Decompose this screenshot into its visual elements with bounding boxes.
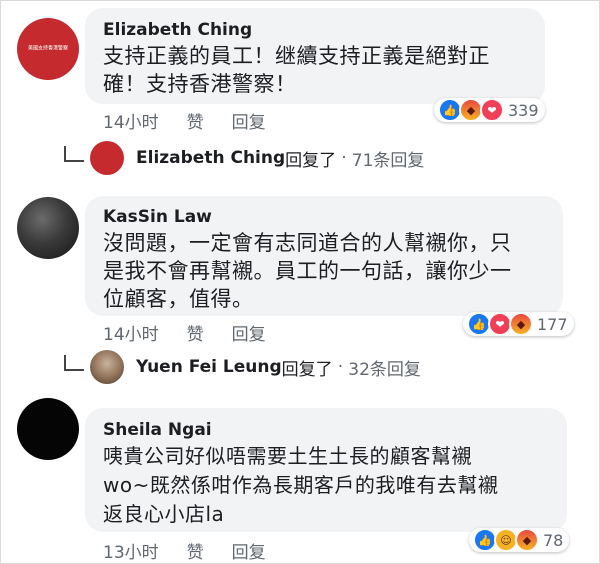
reply-author: Elizabeth Ching bbox=[136, 148, 286, 168]
reaction-summary[interactable]: 👍 ☺ ◆ 78 bbox=[469, 528, 570, 552]
comment-author[interactable]: Elizabeth Ching bbox=[103, 20, 252, 40]
reply-summary[interactable]: Yuen Fei Leung 回复了 · 32条回复 bbox=[64, 350, 421, 384]
reply-summary[interactable]: Elizabeth Ching 回复了 · 71条回复 bbox=[64, 141, 424, 175]
angry-icon: ◆ bbox=[509, 312, 533, 336]
like-action[interactable]: 赞 bbox=[187, 543, 204, 563]
reply-action[interactable]: 回复 bbox=[232, 325, 266, 345]
comment-line: 沒問題，一定會有志同道合的人幫襯你，只 bbox=[103, 231, 512, 255]
reply-avatar bbox=[90, 141, 124, 175]
reaction-count: 78 bbox=[543, 530, 564, 550]
avatar-elizabeth-ching[interactable]: 美國支持香港警察 bbox=[17, 18, 79, 80]
comment-line: 是我不會再幫襯。員工的一句話，讓你少一 bbox=[103, 259, 512, 283]
comment-line: 返良心小店la bbox=[103, 502, 225, 526]
comment-time[interactable]: 14小时 bbox=[103, 325, 159, 345]
comment-meta: 13小时 赞 回复 bbox=[103, 538, 294, 563]
reply-count: 32条回复 bbox=[348, 359, 421, 380]
like-action[interactable]: 赞 bbox=[187, 113, 204, 133]
avatar-kassin-law[interactable] bbox=[17, 197, 79, 259]
reply-count: 71条回复 bbox=[351, 150, 425, 171]
angry-icon: ◆ bbox=[515, 528, 539, 552]
comment-time[interactable]: 14小时 bbox=[103, 113, 159, 133]
comment-line: 支持正義的員工！继續支持正義是絕對正 bbox=[103, 44, 490, 68]
reply-arrow-icon bbox=[64, 355, 84, 371]
reply-separator: · bbox=[341, 148, 347, 168]
reaction-count: 339 bbox=[508, 100, 539, 120]
reply-verb: 回复了 bbox=[285, 150, 337, 171]
comment-text: 咦貴公司好似唔需要土生土長的顧客幫襯 wo~既然係咁作為長期客戶的我唯有去幫襯 … bbox=[103, 442, 498, 529]
reaction-summary[interactable]: 👍 ❤ ◆ 177 bbox=[463, 312, 574, 336]
reply-action[interactable]: 回复 bbox=[232, 113, 266, 133]
comment-time[interactable]: 13小时 bbox=[103, 543, 159, 563]
avatar-caption: 美國支持香港警察 bbox=[27, 45, 69, 52]
reply-separator: · bbox=[337, 357, 344, 377]
comment-meta: 14小时 赞 回复 bbox=[103, 108, 294, 133]
comment-author[interactable]: Sheila Ngai bbox=[103, 420, 212, 440]
reply-author: Yuen Fei Leung bbox=[136, 357, 282, 377]
reply-action[interactable]: 回复 bbox=[232, 543, 266, 563]
avatar-sheila-ngai[interactable] bbox=[17, 398, 79, 460]
comment-text: 支持正義的員工！继續支持正義是絕對正 確！支持香港警察！ bbox=[103, 42, 490, 98]
comment-line: 位顧客，值得。 bbox=[103, 287, 254, 311]
like-action[interactable]: 赞 bbox=[187, 325, 204, 345]
love-icon: ❤ bbox=[480, 98, 504, 122]
reply-verb: 回复了 bbox=[281, 359, 333, 380]
reply-avatar bbox=[90, 350, 124, 384]
reaction-summary[interactable]: 👍 ◆ ❤ 339 bbox=[434, 98, 545, 122]
comment-line: 確！支持香港警察！ bbox=[103, 72, 297, 96]
comment-line: wo~既然係咁作為長期客戶的我唯有去幫襯 bbox=[103, 473, 499, 497]
reaction-count: 177 bbox=[537, 314, 568, 334]
comment-text: 沒問題，一定會有志同道合的人幫襯你，只 是我不會再幫襯。員工的一句話，讓你少一 … bbox=[103, 229, 512, 313]
comment-line: 咦貴公司好似唔需要土生土長的顧客幫襯 bbox=[103, 444, 472, 468]
comment-author[interactable]: KasSin Law bbox=[103, 207, 212, 227]
reply-arrow-icon bbox=[64, 146, 84, 162]
comment-meta: 14小时 赞 回复 bbox=[103, 320, 294, 345]
